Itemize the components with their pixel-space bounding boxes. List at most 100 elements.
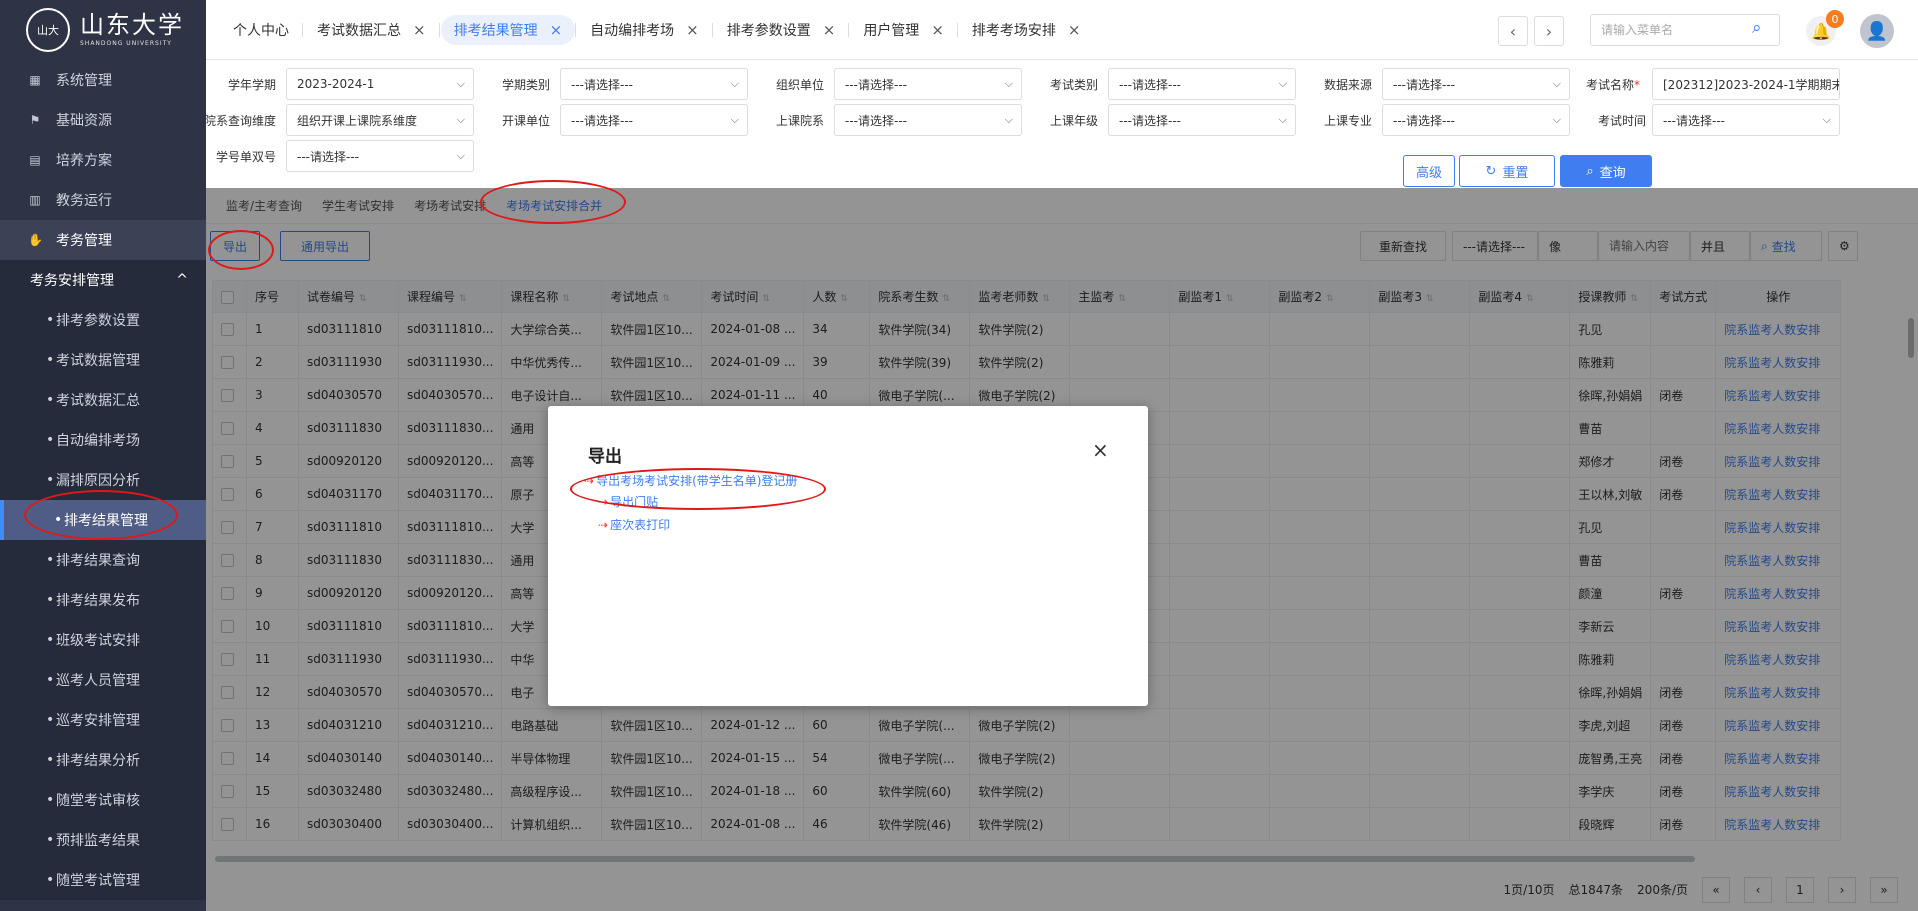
filter-class-dept-select[interactable]: ---请选择--- ⌵ xyxy=(834,104,1022,136)
filter-grade-select[interactable]: ---请选择--- ⌵ xyxy=(1108,104,1296,136)
university-seal-icon: 山大 xyxy=(26,8,70,52)
sidebar-item-label: 考务管理 xyxy=(56,233,112,249)
grid-icon: ▦ xyxy=(29,73,41,87)
dialog-title: 导出 xyxy=(588,447,622,467)
sidebar-subitem[interactable]: 随堂考试管理 xyxy=(0,860,206,900)
close-icon[interactable]: × xyxy=(1092,438,1109,462)
sidebar-subitem-active[interactable]: 排考结果管理 xyxy=(0,500,206,540)
sidebar-item-exam[interactable]: ✋ 考务管理 xyxy=(0,220,206,260)
filter-label: 上课院系 xyxy=(775,114,824,128)
filter-label: 上课年级 xyxy=(1049,114,1098,128)
filter-term-type-select[interactable]: ---请选择--- ⌵ xyxy=(560,68,748,100)
sidebar-subitem[interactable]: 预排监考结果 xyxy=(0,820,206,860)
sidebar-subitem[interactable]: 排考结果查询 xyxy=(0,540,206,580)
avatar[interactable]: 👤 xyxy=(1860,14,1894,48)
close-icon[interactable]: × xyxy=(413,21,426,39)
export-door-sticker-link[interactable]: ⇢ 导出门贴 xyxy=(598,493,658,510)
close-icon[interactable]: × xyxy=(550,21,563,39)
link-label: 座次表打印 xyxy=(610,518,671,532)
filter-label: 上课专业 xyxy=(1323,114,1372,128)
sidebar-subitem[interactable]: 班级考试安排 xyxy=(0,620,206,660)
reset-button[interactable]: ↻ 重置 xyxy=(1459,155,1555,187)
chevron-up-icon: ^ xyxy=(176,272,188,288)
reset-label: 重置 xyxy=(1502,165,1529,181)
sidebar-item-operation[interactable]: ▥ 教务运行 xyxy=(0,180,206,220)
sidebar-subitem[interactable]: 考试数据汇总 xyxy=(0,380,206,420)
filter-exam-name-select[interactable]: [202312]2023-2024-1学期期末 xyxy=(1652,68,1840,100)
chevron-down-icon: ⌵ xyxy=(1552,113,1561,126)
close-icon[interactable]: × xyxy=(931,21,944,39)
tab-exam-params[interactable]: 排考参数设置 × xyxy=(711,15,849,45)
filter-label: 学期类别 xyxy=(501,78,550,92)
sidebar-group-exam-arrangement[interactable]: 考务安排管理 ^ xyxy=(0,260,206,300)
search-icon: ⌕ xyxy=(1586,163,1594,179)
chevron-down-icon: ⌵ xyxy=(1004,77,1013,90)
filter-label-text: 考试名称 xyxy=(1585,78,1634,92)
filter-panel: 学年学期 2023-2024-1 ⌵ 学期类别 ---请选择--- ⌵ 组织单位 -… xyxy=(204,60,1918,188)
sidebar-subitem[interactable]: 巡考安排管理 xyxy=(0,700,206,740)
tab-auto-arrange[interactable]: 自动编排考场 × xyxy=(575,15,712,45)
tab-exam-result-management[interactable]: 排考结果管理 × xyxy=(438,14,576,45)
sidebar-subitem[interactable]: 考试数据管理 xyxy=(0,340,206,380)
tabs-prev-button[interactable]: ‹ xyxy=(1498,16,1528,46)
filter-org-unit-select[interactable]: ---请选择--- ⌵ xyxy=(834,68,1022,100)
select-value: ---请选择--- xyxy=(845,77,907,92)
export-register-link[interactable]: ⇢ 导出考场考试安排(带学生名单)登记册 xyxy=(584,472,797,489)
tab-personal-center[interactable]: 个人中心 xyxy=(220,15,302,45)
sidebar: 山大 山东大学 SHANDONG UNIVERSITY ▦ 系统管理 ⚑ 基础资源 … xyxy=(0,0,206,911)
select-value: 2023-2024-1 xyxy=(297,77,375,91)
filter-course-unit-select[interactable]: ---请选择--- ⌵ xyxy=(560,104,748,136)
filter-label: 考试名称* xyxy=(1568,76,1640,93)
chevron-right-icon: › xyxy=(1545,21,1553,41)
select-value: ---请选择--- xyxy=(297,149,359,164)
sidebar-subitem[interactable]: 排考参数设置 xyxy=(0,300,206,340)
tab-exam-data-summary[interactable]: 考试数据汇总 × xyxy=(302,15,439,45)
filter-exam-type-select[interactable]: ---请选择--- ⌵ xyxy=(1108,68,1296,100)
tab-label: 自动编排考场 xyxy=(590,22,675,39)
chevron-down-icon: ⌵ xyxy=(1278,113,1287,126)
tabs-next-button[interactable]: › xyxy=(1534,16,1564,46)
filter-dimension-select[interactable]: 组织开课上课院系维度 ⌵ xyxy=(286,104,474,136)
sidebar-subitem[interactable]: 随堂考试审核 xyxy=(0,780,206,820)
tab-user-management[interactable]: 用户管理 × xyxy=(848,15,957,45)
search-icon[interactable]: ⌕ xyxy=(1752,18,1762,38)
sidebar-subitem[interactable]: 排考结果发布 xyxy=(0,580,206,620)
chevron-down-icon: ⌵ xyxy=(456,77,465,90)
select-value: ---请选择--- xyxy=(1119,77,1181,92)
tab-exam-room-arrangement[interactable]: 排考考场安排 × xyxy=(956,15,1094,45)
sidebar-subitem[interactable]: 漏排原因分析 xyxy=(0,460,206,500)
filter-label: 组织单位 xyxy=(775,78,824,92)
close-icon[interactable]: × xyxy=(823,21,836,39)
filter-term-select[interactable]: 2023-2024-1 ⌵ xyxy=(286,68,474,100)
arrow-right-icon: ⇢ xyxy=(598,495,609,509)
close-icon[interactable]: × xyxy=(686,21,699,39)
sidebar-item-label: 培养方案 xyxy=(56,153,112,169)
filter-label: 学年学期 xyxy=(227,78,276,92)
sidebar-subitem[interactable]: 自动编排考场 xyxy=(0,420,206,460)
advanced-button[interactable]: 高级 xyxy=(1403,155,1455,187)
logo[interactable]: 山大 山东大学 SHANDONG UNIVERSITY xyxy=(0,0,206,60)
export-dialog: 导出 × ⇢ 导出考场考试安排(带学生名单)登记册 ⇢ 导出门贴 ⇢ 座次表打印 xyxy=(548,406,1148,706)
filter-data-source-select[interactable]: ---请选择--- ⌵ xyxy=(1382,68,1570,100)
sidebar-item-training[interactable]: ▤ 培养方案 xyxy=(0,140,206,180)
select-value: ---请选择--- xyxy=(571,77,633,92)
query-button[interactable]: ⌕ 查询 xyxy=(1560,155,1652,187)
app: 山大 山东大学 SHANDONG UNIVERSITY ▦ 系统管理 ⚑ 基础资源 … xyxy=(0,0,1918,911)
select-value: 组织开课上课院系维度 xyxy=(297,113,418,128)
query-label: 查询 xyxy=(1599,165,1626,181)
chevron-down-icon: ⌵ xyxy=(1822,113,1831,126)
seat-chart-print-link[interactable]: ⇢ 座次表打印 xyxy=(598,516,670,533)
chevron-down-icon: ⌵ xyxy=(1552,77,1561,90)
filter-major-select[interactable]: ---请选择--- ⌵ xyxy=(1382,104,1570,136)
sidebar-submenu: 排考参数设置 考试数据管理 考试数据汇总 自动编排考场 漏排原因分析 排考结果管… xyxy=(0,300,206,900)
tab-label: 排考考场安排 xyxy=(971,22,1056,39)
filter-student-parity-select[interactable]: ---请选择--- ⌵ xyxy=(286,140,474,172)
link-label: 导出门贴 xyxy=(610,495,659,509)
sidebar-item-system[interactable]: ▦ 系统管理 xyxy=(0,60,206,100)
logo-text: 山东大学 xyxy=(80,11,184,39)
filter-label: 考试类别 xyxy=(1049,78,1098,92)
sidebar-subitem[interactable]: 排考结果分析 xyxy=(0,740,206,780)
close-icon[interactable]: × xyxy=(1068,21,1081,39)
sidebar-subitem[interactable]: 巡考人员管理 xyxy=(0,660,206,700)
filter-exam-time-select[interactable]: ---请选择--- ⌵ xyxy=(1652,104,1840,136)
